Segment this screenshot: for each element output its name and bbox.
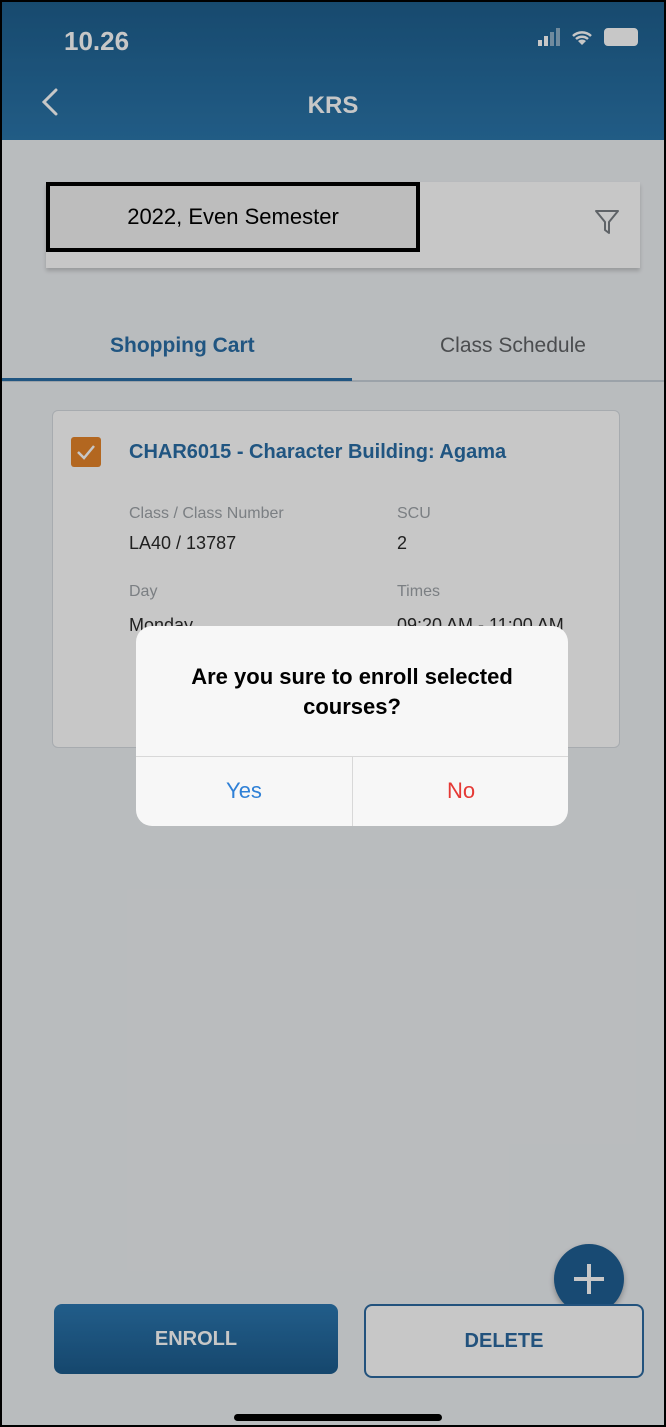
- dialog-no-button[interactable]: No: [353, 756, 568, 826]
- dialog-message: Are you sure to enroll selected courses?: [191, 664, 513, 719]
- phone-screen: 10.26 KRS 2022, Even Semester Shopping C: [0, 0, 666, 1427]
- dialog-yes-button[interactable]: Yes: [136, 756, 352, 826]
- confirm-dialog: Are you sure to enroll selected courses?…: [136, 626, 568, 826]
- home-indicator: [234, 1414, 442, 1421]
